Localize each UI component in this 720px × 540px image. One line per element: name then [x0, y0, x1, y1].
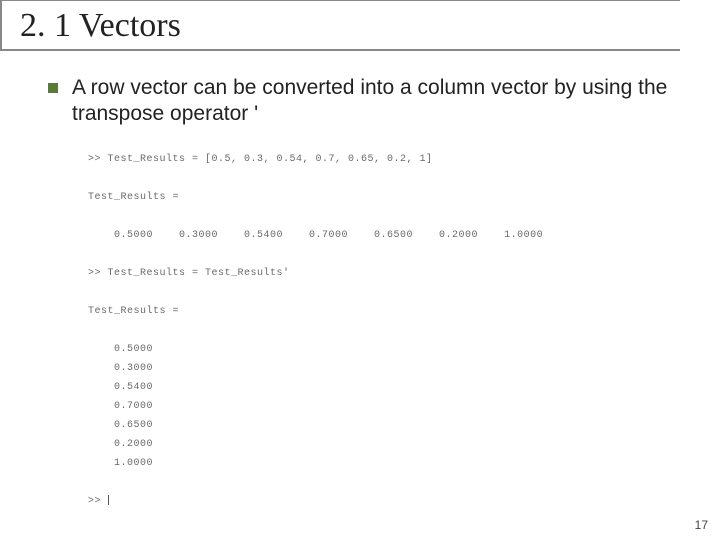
- code-prompt: >>: [88, 496, 108, 507]
- code-line: >> Test_Results = [0.5, 0.3, 0.54, 0.7, …: [88, 154, 433, 165]
- slide: 2. 1 Vectors A row vector can be convert…: [0, 0, 720, 540]
- cursor-icon: [108, 495, 109, 505]
- slide-title: 2. 1 Vectors: [20, 7, 662, 45]
- code-line: 0.5400: [88, 382, 153, 393]
- code-line: Test_Results =: [88, 192, 179, 203]
- code-line: 0.2000: [88, 439, 153, 450]
- bullet-item: A row vector can be converted into a col…: [48, 75, 680, 128]
- code-line: 0.7000: [88, 401, 153, 412]
- bullet-icon: [48, 83, 58, 93]
- code-line: >> Test_Results = Test_Results': [88, 268, 290, 279]
- title-container: 2. 1 Vectors: [0, 0, 680, 51]
- code-line: 0.3000: [88, 363, 153, 374]
- code-line: 0.5000: [88, 344, 153, 355]
- code-line: 0.5000 0.3000 0.5400 0.7000 0.6500 0.200…: [88, 230, 543, 241]
- bullet-text: A row vector can be converted into a col…: [72, 75, 680, 128]
- code-block: >> Test_Results = [0.5, 0.3, 0.54, 0.7, …: [88, 150, 680, 511]
- slide-body: A row vector can be converted into a col…: [0, 51, 720, 511]
- code-line: Test_Results =: [88, 306, 179, 317]
- code-line: 1.0000: [88, 458, 153, 469]
- page-number: 17: [695, 518, 708, 532]
- code-line: 0.6500: [88, 420, 153, 431]
